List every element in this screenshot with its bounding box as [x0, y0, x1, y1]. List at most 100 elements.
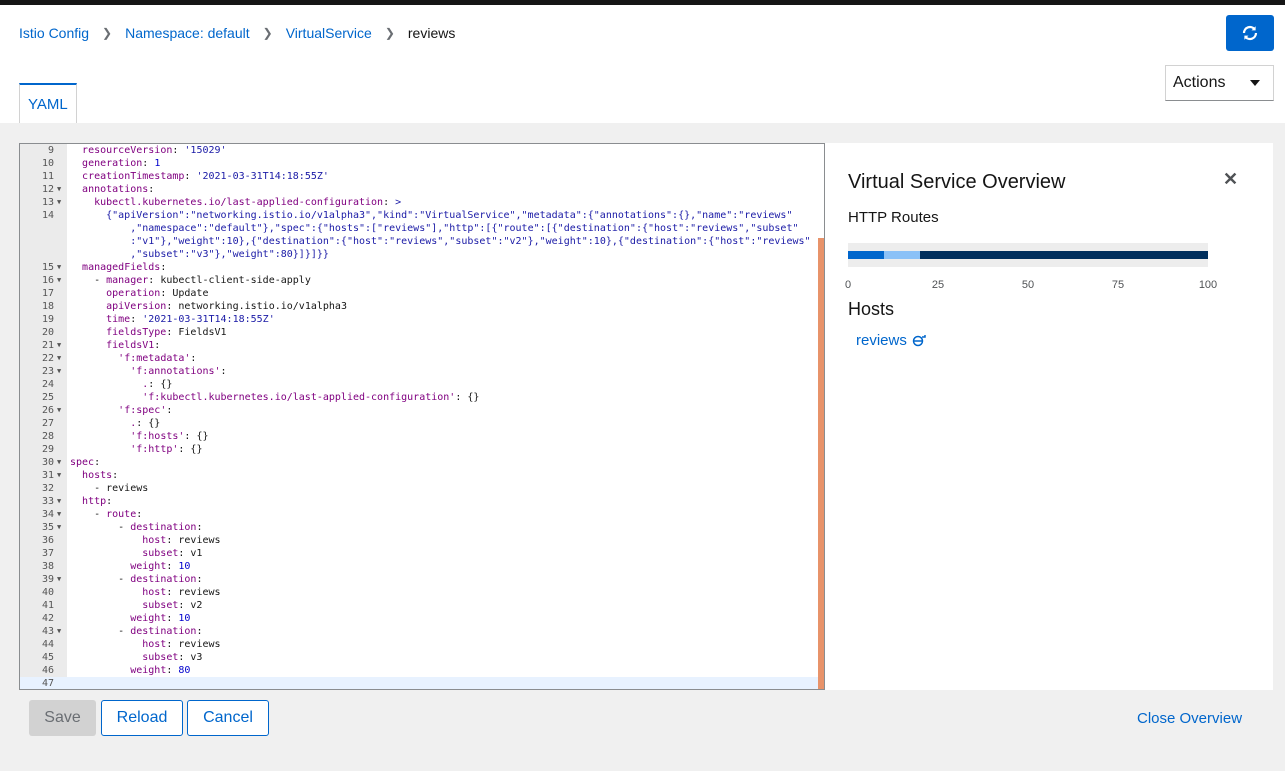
host-name: reviews — [856, 332, 907, 349]
line-number: 35 — [41, 522, 54, 533]
code-line[interactable]: 29 'f:http': {} — [20, 443, 824, 456]
refresh-button[interactable] — [1226, 15, 1274, 51]
code-text: - destination: — [70, 522, 203, 533]
code-line[interactable]: 33 ▼ http: — [20, 495, 824, 508]
code-line[interactable]: 31 ▼ hosts: — [20, 469, 824, 482]
line-number: 21 — [41, 340, 54, 351]
code-text: http: — [82, 496, 113, 507]
fold-arrow-icon[interactable]: ▼ — [57, 352, 61, 365]
line-number: 26 — [41, 405, 54, 416]
tab-yaml[interactable]: YAML — [19, 83, 77, 123]
line-number: 9 — [47, 145, 54, 156]
code-line[interactable]: 26 ▼ 'f:spec': — [20, 404, 824, 417]
line-number: 31 — [41, 470, 54, 481]
code-text: 'f:metadata': — [118, 353, 197, 364]
code-line[interactable]: 11 creationTimestamp: '2021-03-31T14:18:… — [20, 170, 824, 183]
code-line[interactable]: 32 - reviews — [20, 482, 824, 495]
fold-arrow-icon[interactable]: ▼ — [57, 508, 61, 521]
save-button[interactable]: Save — [29, 700, 96, 736]
tick-label: 100 — [1199, 279, 1217, 291]
fold-arrow-icon[interactable]: ▼ — [57, 573, 61, 586]
code-text: 'f:kubectl.kubernetes.io/last-applied-co… — [142, 392, 480, 403]
fold-arrow-icon[interactable]: ▼ — [57, 495, 61, 508]
fold-arrow-icon[interactable]: ▼ — [57, 625, 61, 638]
close-overview-link[interactable]: Close Overview — [1137, 710, 1242, 727]
bar-segment-v1[interactable] — [848, 251, 884, 259]
code-line[interactable]: 9 resourceVersion: '15029' — [20, 144, 824, 157]
code-line[interactable]: 27 .: {} — [20, 417, 824, 430]
line-number: 14 — [41, 210, 54, 221]
code-line[interactable]: 14 {"apiVersion":"networking.istio.io/v1… — [20, 209, 824, 222]
yaml-editor[interactable]: 9 resourceVersion: '15029' 10 generation:… — [19, 143, 825, 690]
line-number: 23 — [41, 366, 54, 377]
code-line[interactable]: 46 weight: 80 — [20, 664, 824, 677]
code-line[interactable]: 38 weight: 10 — [20, 560, 824, 573]
line-number: 15 — [41, 262, 54, 273]
fold-arrow-icon[interactable]: ▼ — [57, 339, 61, 352]
code-line[interactable]: ,"subset":"v3"},"weight":80}]}]}} — [20, 248, 824, 261]
code-line[interactable]: :"v1"},"weight":10},{"destination":{"hos… — [20, 235, 824, 248]
code-line[interactable]: 41 subset: v2 — [20, 599, 824, 612]
code-line[interactable]: 17 operation: Update — [20, 287, 824, 300]
code-text: - reviews — [70, 483, 149, 494]
code-line[interactable]: 28 'f:hosts': {} — [20, 430, 824, 443]
code-line[interactable]: 16 ▼ - manager: kubectl-client-side-apply — [20, 274, 824, 287]
code-line[interactable]: 34 ▼ - route: — [20, 508, 824, 521]
code-line[interactable]: 40 host: reviews — [20, 586, 824, 599]
code-text: weight: 10 — [130, 613, 191, 624]
close-icon[interactable]: ✕ — [1223, 169, 1238, 190]
line-number: 33 — [41, 496, 54, 507]
code-line[interactable]: 13 ▼ kubectl.kubernetes.io/last-applied-c… — [20, 196, 824, 209]
overview-title: Virtual Service Overview — [848, 171, 1066, 193]
code-line[interactable]: 21 ▼ fieldsV1: — [20, 339, 824, 352]
code-line[interactable]: 19 time: '2021-03-31T14:18:55Z' — [20, 313, 824, 326]
breadcrumb-namespace[interactable]: Namespace: default — [125, 25, 250, 41]
code-line[interactable]: 12 ▼ annotations: — [20, 183, 824, 196]
fold-arrow-icon[interactable]: ▼ — [57, 365, 61, 378]
breadcrumb-virtualservice[interactable]: VirtualService — [286, 25, 372, 41]
code-text: annotations: — [82, 184, 155, 195]
fold-arrow-icon[interactable]: ▼ — [57, 274, 61, 287]
cancel-button[interactable]: Cancel — [187, 700, 269, 736]
fold-arrow-icon[interactable]: ▼ — [57, 469, 61, 482]
code-text: fieldsV1: — [106, 340, 161, 351]
code-line[interactable]: 22 ▼ 'f:metadata': — [20, 352, 824, 365]
bar-segment-v3[interactable] — [920, 251, 1208, 259]
code-line[interactable]: 24 .: {} — [20, 378, 824, 391]
breadcrumb-istio-config[interactable]: Istio Config — [19, 25, 89, 41]
code-line[interactable]: 23 ▼ 'f:annotations': — [20, 365, 824, 378]
code-line[interactable]: 35 ▼ - destination: — [20, 521, 824, 534]
code-line[interactable]: 25 'f:kubectl.kubernetes.io/last-applied… — [20, 391, 824, 404]
code-line[interactable]: 15 ▼ managedFields: — [20, 261, 824, 274]
code-line[interactable]: 20 fieldsType: FieldsV1 — [20, 326, 824, 339]
code-area[interactable]: 9 resourceVersion: '15029' 10 generation:… — [20, 144, 824, 689]
code-line[interactable]: 45 subset: v3 — [20, 651, 824, 664]
fold-arrow-icon[interactable]: ▼ — [57, 404, 61, 417]
code-line[interactable]: 39 ▼ - destination: — [20, 573, 824, 586]
fold-arrow-icon[interactable]: ▼ — [57, 521, 61, 534]
code-line[interactable]: 37 subset: v1 — [20, 547, 824, 560]
actions-dropdown[interactable]: Actions — [1165, 65, 1274, 101]
code-line[interactable]: 30 ▼ spec: — [20, 456, 824, 469]
code-line[interactable]: 42 weight: 10 — [20, 612, 824, 625]
chevron-right-icon: ❯ — [262, 26, 273, 40]
code-text: operation: Update — [106, 288, 209, 299]
host-link[interactable]: reviews — [856, 332, 927, 349]
editor-scrollbar[interactable] — [818, 238, 824, 689]
code-line[interactable]: 36 host: reviews — [20, 534, 824, 547]
fold-arrow-icon[interactable]: ▼ — [57, 196, 61, 209]
fold-arrow-icon[interactable]: ▼ — [57, 261, 61, 274]
code-text: - manager: kubectl-client-side-apply — [70, 275, 311, 286]
code-line[interactable]: 10 generation: 1 — [20, 157, 824, 170]
line-number: 20 — [41, 327, 54, 338]
fold-arrow-icon[interactable]: ▼ — [57, 456, 61, 469]
code-line[interactable]: 18 apiVersion: networking.istio.io/v1alp… — [20, 300, 824, 313]
code-line[interactable]: 44 host: reviews — [20, 638, 824, 651]
line-number: 32 — [41, 483, 54, 494]
code-line[interactable]: ,"namespace":"default"},"spec":{"hosts":… — [20, 222, 824, 235]
code-line[interactable]: 47 — [20, 677, 824, 689]
reload-button[interactable]: Reload — [101, 700, 183, 736]
fold-arrow-icon[interactable]: ▼ — [57, 183, 61, 196]
code-line[interactable]: 43 ▼ - destination: — [20, 625, 824, 638]
bar-segment-v2[interactable] — [884, 251, 920, 259]
